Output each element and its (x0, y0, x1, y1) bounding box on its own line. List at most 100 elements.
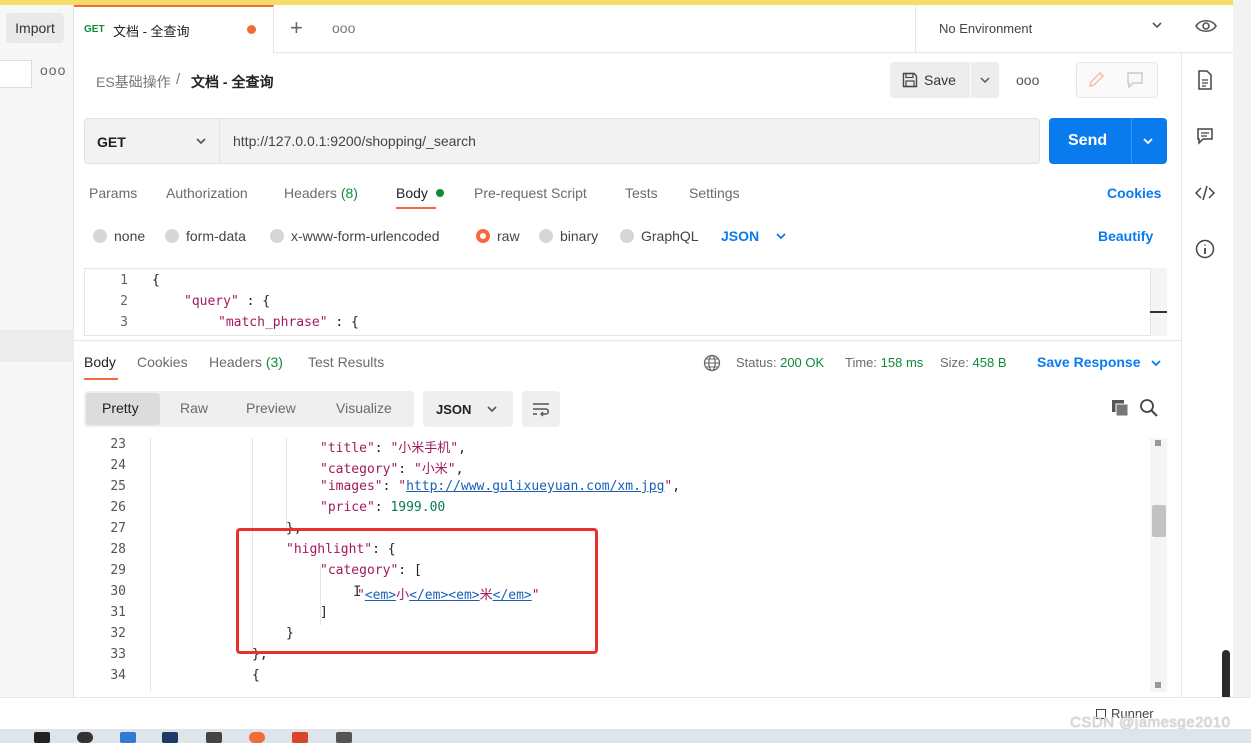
line-number: 31 (110, 605, 126, 620)
chevron-down-icon (1151, 360, 1161, 367)
radio-circle-icon (620, 229, 634, 243)
pencil-icon[interactable] (1087, 71, 1105, 89)
taskbar-app-icon[interactable] (34, 732, 50, 743)
chevron-down-icon[interactable] (1141, 134, 1155, 148)
documentation-icon[interactable] (1194, 69, 1216, 91)
info-icon[interactable] (1194, 238, 1216, 260)
status-bar (0, 697, 1251, 729)
tab-pre-request-script[interactable]: Pre-request Script (474, 185, 587, 201)
scroll-up-arrow-icon[interactable] (1155, 440, 1161, 446)
radio-none[interactable]: none (93, 228, 145, 244)
code-punctuation: : (374, 441, 391, 456)
response-code-line: 25 "images": "http://www.gulixueyuan.com… (84, 479, 1164, 500)
window-scrollbar-track[interactable] (1233, 0, 1251, 743)
tab-settings[interactable]: Settings (689, 185, 740, 201)
view-mode-pretty[interactable]: Pretty (102, 400, 139, 416)
body-modified-dot-icon (436, 189, 444, 197)
request-more-button[interactable]: ooo (1016, 72, 1039, 88)
line-number: 32 (110, 626, 126, 641)
status-label: Status: (736, 355, 777, 370)
taskbar-app-icon[interactable] (292, 732, 308, 743)
line-number: 34 (110, 668, 126, 683)
request-editor-scrollbar[interactable] (1150, 268, 1167, 336)
response-tab-headers-label: Headers (209, 354, 266, 370)
new-tab-button[interactable]: + (290, 16, 303, 40)
code-string: "小米手机" (390, 441, 459, 456)
comments-icon[interactable] (1194, 125, 1216, 147)
taskbar-postman-icon[interactable] (249, 732, 265, 743)
response-scrollbar-track[interactable] (1150, 438, 1167, 692)
cookies-link[interactable]: Cookies (1107, 185, 1161, 201)
save-button[interactable]: Save (890, 62, 970, 98)
response-scrollbar-thumb[interactable] (1152, 505, 1166, 537)
import-button[interactable]: Import (6, 13, 64, 43)
radio-label: GraphQL (641, 228, 699, 244)
response-tab-headers-count: (3) (265, 354, 283, 370)
line-number: 26 (110, 500, 126, 515)
taskbar-app-icon[interactable] (162, 732, 178, 743)
breadcrumb-request-name[interactable]: 文档 - 全查询 (191, 72, 273, 92)
taskbar-app-icon[interactable] (120, 732, 136, 743)
radio-graphql[interactable]: GraphQL (620, 228, 699, 244)
wrap-lines-button[interactable] (522, 391, 560, 427)
taskbar-search-icon[interactable] (77, 732, 93, 743)
line-number: 23 (110, 437, 126, 452)
search-icon[interactable] (1139, 398, 1159, 418)
view-mode-visualize[interactable]: Visualize (336, 400, 392, 416)
save-response-button[interactable]: Save Response (1037, 354, 1141, 370)
radio-binary[interactable]: binary (539, 228, 598, 244)
response-tab-cookies[interactable]: Cookies (137, 354, 188, 370)
code-url-link[interactable]: http://www.gulixueyuan.com/xm.jpg (406, 479, 664, 494)
body-format-dropdown[interactable]: JSON (721, 228, 759, 244)
tab-body-underline (396, 207, 436, 209)
response-tab-body[interactable]: Body (84, 354, 116, 370)
view-mode-raw[interactable]: Raw (180, 400, 208, 416)
resize-handle[interactable] (1150, 311, 1167, 313)
taskbar-app-icon[interactable] (206, 732, 222, 743)
unsaved-dot-icon (247, 25, 256, 34)
save-button-label: Save (924, 72, 956, 88)
tab-params[interactable]: Params (89, 185, 137, 201)
beautify-link[interactable]: Beautify (1098, 228, 1153, 244)
sidebar-selected-item[interactable] (0, 330, 74, 362)
code-icon[interactable] (1194, 182, 1216, 204)
taskbar-app-icon[interactable] (336, 732, 352, 743)
tab-tests[interactable]: Tests (625, 185, 658, 201)
time-label: Time: (845, 355, 878, 370)
eye-icon[interactable] (1195, 18, 1217, 34)
time-value: 158 ms (880, 355, 924, 370)
breadcrumb-collection[interactable]: ES基础操作 (96, 72, 171, 92)
sidebar-filter-input[interactable] (0, 60, 32, 88)
radio-label: x-www-form-urlencoded (291, 228, 440, 244)
radio-form-data[interactable]: form-data (165, 228, 246, 244)
scroll-down-arrow-icon[interactable] (1155, 682, 1161, 688)
tab-body[interactable]: Body (396, 185, 428, 201)
comment-icon[interactable] (1126, 71, 1144, 89)
globe-icon[interactable] (703, 354, 721, 372)
send-button-divider (1131, 118, 1132, 164)
radio-selected-icon (476, 229, 490, 243)
tab-headers[interactable]: Headers (8) (284, 185, 358, 201)
radio-raw[interactable]: raw (476, 228, 520, 244)
response-tab-test-results[interactable]: Test Results (308, 354, 384, 370)
code-punctuation: : (398, 462, 414, 477)
size-value: 458 B (972, 355, 1007, 370)
tab-title: 文档 - 全查询 (113, 24, 190, 39)
line-number: 33 (110, 647, 126, 662)
code-punctuation: , (455, 462, 464, 477)
view-mode-preview[interactable]: Preview (246, 400, 296, 416)
sidebar-more-button[interactable]: ooo (40, 62, 66, 78)
url-input-value: http://127.0.0.1:9200/shopping/_search (233, 133, 476, 149)
text-cursor-icon: I (353, 584, 362, 600)
code-string: "小米" (413, 462, 456, 477)
tab-more-button[interactable]: ooo (332, 20, 355, 36)
radio-urlencoded[interactable]: x-www-form-urlencoded (270, 228, 440, 244)
line-number: 2 (120, 294, 128, 309)
right-sidebar (1181, 53, 1233, 697)
save-options-dropdown[interactable] (971, 62, 999, 98)
radio-label: raw (497, 228, 520, 244)
tab-authorization[interactable]: Authorization (166, 185, 248, 201)
copy-icon[interactable] (1110, 398, 1130, 418)
response-tab-headers[interactable]: Headers (3) (209, 354, 283, 370)
code-key: "price" (320, 500, 375, 515)
